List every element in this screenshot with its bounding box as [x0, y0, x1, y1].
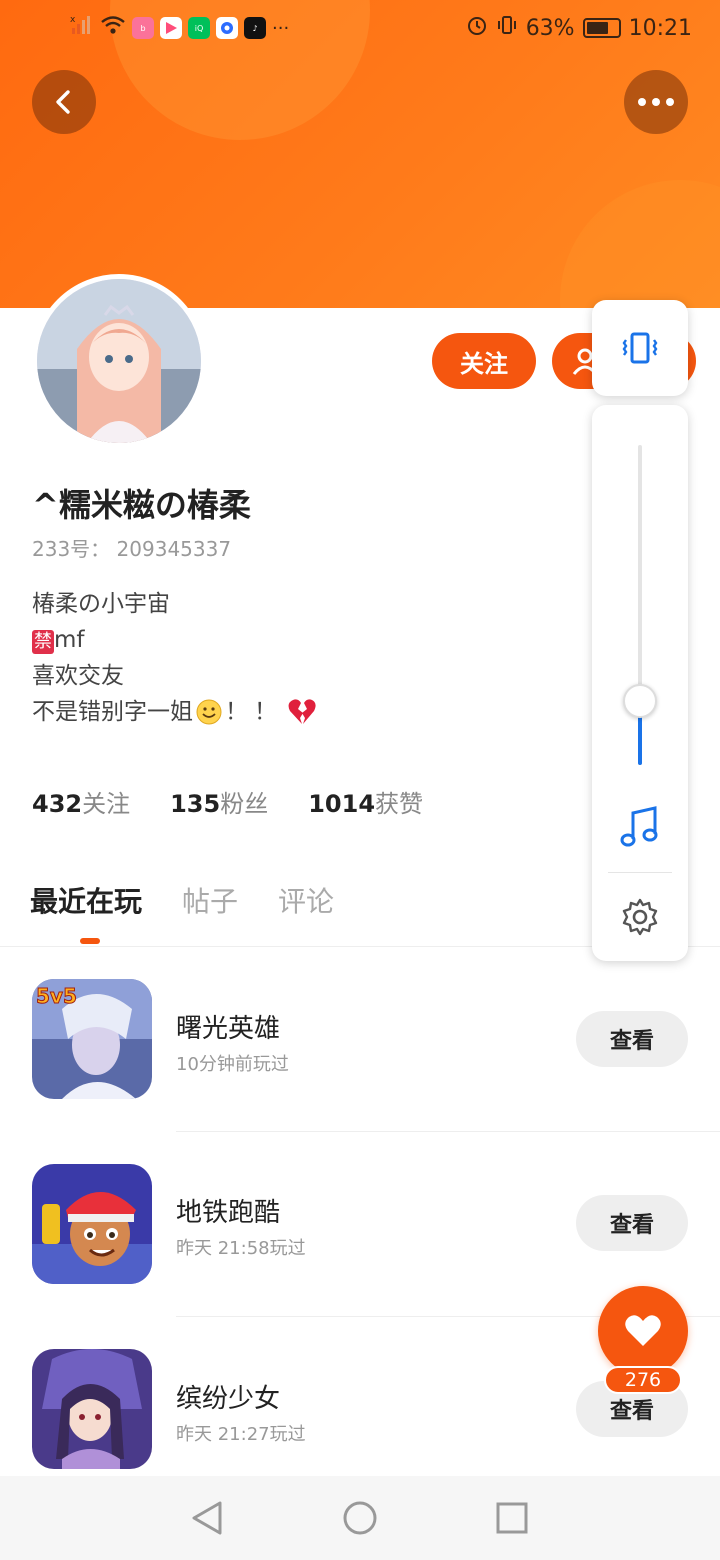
profile-stats: 432关注 135粉丝 1014获赞 — [32, 784, 423, 819]
profile-bio: 椿柔の小宇宙 禁mf 喜欢交友 不是错别字一姐 ！！ — [32, 586, 317, 730]
status-app-icons: x b iQ ♪ ··· — [70, 14, 289, 42]
like-count-badge: 276 — [604, 1366, 682, 1394]
user-id: 233号： 209345337 — [32, 533, 231, 562]
follow-button[interactable]: 关注 — [432, 333, 536, 389]
row-divider — [176, 1131, 720, 1132]
profile-tabs: 最近在玩 帖子 评论 — [30, 880, 334, 920]
circle-app-icon — [216, 17, 238, 39]
heart-icon — [625, 1315, 661, 1346]
tab-recently-played[interactable]: 最近在玩 — [30, 880, 142, 920]
bilibili-icon: b — [132, 17, 154, 39]
stat-following[interactable]: 432关注 — [32, 784, 130, 819]
volume-panel — [592, 405, 688, 961]
nav-home-icon[interactable] — [342, 1500, 378, 1540]
alarm-icon — [466, 14, 488, 42]
stat-likes[interactable]: 1014获赞 — [308, 784, 423, 819]
volume-panel-divider — [608, 872, 672, 873]
bio-line: 禁mf — [32, 627, 85, 654]
game-played-time: 昨天 21:58玩过 — [176, 1238, 306, 1259]
view-button[interactable]: 查看 — [576, 1011, 688, 1067]
vibrate-icon — [496, 14, 518, 42]
game-badge: 5v5 — [36, 984, 77, 1008]
bio-line: 椿柔の小宇宙 — [32, 591, 170, 617]
broken-heart-icon — [287, 698, 317, 726]
chevron-left-icon — [56, 90, 70, 114]
back-button[interactable] — [32, 70, 96, 134]
status-time: 10:21 — [628, 15, 692, 41]
sound-settings-button[interactable] — [620, 897, 660, 941]
ban-emoji: 禁 — [32, 630, 54, 654]
list-item[interactable]: 5v5 曙光英雄 10分钟前玩过 查看 — [0, 960, 720, 1140]
game-icon-subway — [32, 1164, 152, 1284]
user-id-label: 233号： — [32, 537, 111, 561]
iqiyi-icon: iQ — [188, 17, 210, 39]
game-played-time: 昨天 21:27玩过 — [176, 1424, 306, 1445]
smile-emoji-icon — [195, 698, 223, 726]
vibrate-icon — [622, 332, 658, 364]
game-icon-binfen — [32, 1349, 152, 1469]
follow-label: 关注 — [460, 349, 508, 378]
game-icon-shuguang: 5v5 — [32, 979, 152, 1099]
status-bar: x b iQ ♪ ··· 63% 10:21 — [0, 0, 720, 56]
battery-percent: 63% — [525, 15, 575, 41]
avatar[interactable] — [32, 274, 206, 448]
music-note-icon — [620, 806, 658, 847]
more-options-button[interactable] — [624, 70, 688, 134]
active-tab-indicator — [80, 938, 100, 944]
tab-posts[interactable]: 帖子 — [182, 880, 238, 920]
nav-back-icon[interactable] — [190, 1500, 224, 1540]
bio-line: 喜欢交友 — [32, 663, 124, 689]
game-name: 曙光英雄 — [176, 1014, 281, 1044]
game-played-time: 10分钟前玩过 — [176, 1054, 289, 1075]
bio-line: 不是错别字一姐 ！！ — [32, 694, 317, 730]
battery-icon — [582, 18, 621, 38]
vibrate-mode-button[interactable] — [592, 300, 688, 396]
view-button[interactable]: 查看 — [576, 1195, 688, 1251]
video-player-icon — [160, 17, 182, 39]
gear-icon — [622, 898, 658, 936]
wifi-icon — [100, 14, 126, 42]
signal-off-icon: x — [70, 14, 94, 42]
status-more-indicator: ··· — [272, 17, 290, 39]
stat-fans[interactable]: 135粉丝 — [170, 784, 268, 819]
game-name: 地铁跑酷 — [176, 1198, 281, 1228]
system-navigation-bar — [0, 1476, 720, 1560]
user-id-value: 209345337 — [116, 537, 232, 561]
nav-recents-icon[interactable] — [496, 1502, 528, 1538]
more-dots-icon — [638, 98, 674, 106]
music-volume-button[interactable] — [620, 805, 660, 853]
svg-text:x: x — [70, 15, 76, 25]
volume-slider-thumb[interactable] — [623, 684, 657, 718]
profile-name: ^糯米糍の椿柔 — [32, 486, 251, 524]
like-button[interactable] — [598, 1286, 688, 1376]
tab-comments[interactable]: 评论 — [278, 880, 334, 920]
avatar-image — [37, 279, 201, 443]
game-name: 缤纷少女 — [176, 1384, 281, 1414]
tiktok-icon: ♪ — [244, 17, 266, 39]
